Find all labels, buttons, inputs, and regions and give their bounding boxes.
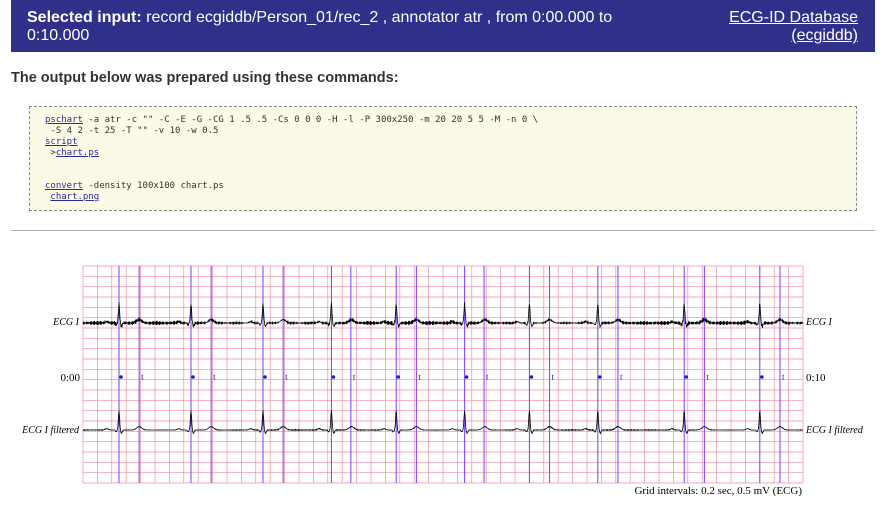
- record-header: Selected input: record ecgiddb/Person_01…: [11, 0, 875, 52]
- redirect-prefix: >: [45, 148, 56, 158]
- ecg-chart: t t t t t t t t t t ECG I ECG I 0:00 0:10 ECG I f…: [21, 265, 864, 497]
- time-start-label: 0:00: [60, 372, 80, 384]
- twave-label: t: [141, 372, 144, 382]
- output-heading: The output below was prepared using thes…: [11, 70, 399, 86]
- chart-ps-link[interactable]: chart.ps: [56, 148, 99, 158]
- beat-dot: [464, 375, 469, 379]
- beat-dot: [598, 375, 602, 379]
- twave-label: t: [418, 372, 421, 382]
- beat-dot: [263, 375, 267, 379]
- twave-label: t: [706, 372, 709, 382]
- signal1-left-label: ECG I: [52, 317, 80, 328]
- twave-label: t: [353, 372, 356, 382]
- pschart-args: -a atr -c "" -C -E -G -CG 1 .5 .5 -Cs 0 …: [82, 115, 539, 125]
- convert-args: -density 100x100 chart.ps: [82, 181, 224, 191]
- beat-dot: [191, 375, 195, 379]
- beat-dot: [119, 375, 123, 379]
- chart-png-link[interactable]: chart.png: [50, 192, 99, 202]
- pschart-args-cont: -S 4 2 -t 25 -T "" -v 10 -w 0.5: [45, 126, 219, 136]
- convert-link[interactable]: convert: [45, 181, 83, 191]
- database-link-box: ECG-ID Database (ecgiddb): [729, 9, 858, 45]
- beat-dot: [396, 375, 401, 379]
- twave-label: t: [620, 372, 623, 382]
- signal2-right-label: ECG I filtered: [805, 425, 864, 436]
- beat-dot: [760, 375, 764, 379]
- database-id-link[interactable]: (ecgiddb): [729, 27, 858, 45]
- command-box: pschart -a atr -c "" -C -E -G -CG 1 .5 .…: [29, 106, 857, 211]
- twave-label: t: [486, 372, 489, 382]
- script-link[interactable]: script: [45, 137, 78, 147]
- twave-label: t: [782, 372, 785, 382]
- twave-label: t: [552, 372, 555, 382]
- time-end-label: 0:10: [806, 372, 826, 384]
- twave-label: t: [285, 372, 288, 382]
- beat-dot: [529, 375, 534, 379]
- selected-input-label: Selected input:: [27, 9, 142, 26]
- pschart-link[interactable]: pschart: [45, 115, 83, 125]
- signal2-left-label: ECG I filtered: [21, 425, 80, 436]
- beat-dot: [331, 375, 336, 379]
- beat-dot: [684, 375, 688, 379]
- database-name-link[interactable]: ECG-ID Database: [729, 9, 858, 27]
- signal1-right-label: ECG I: [805, 317, 833, 328]
- beat-markers: [118, 266, 781, 483]
- twave-label: t: [213, 372, 216, 382]
- grid-interval-note: Grid intervals: 0.2 sec, 0.5 mV (ECG): [634, 485, 802, 497]
- annotation-row: tttttttttt: [119, 372, 785, 382]
- selected-input: Selected input: record ecgiddb/Person_01…: [27, 9, 667, 45]
- section-divider: [11, 230, 875, 231]
